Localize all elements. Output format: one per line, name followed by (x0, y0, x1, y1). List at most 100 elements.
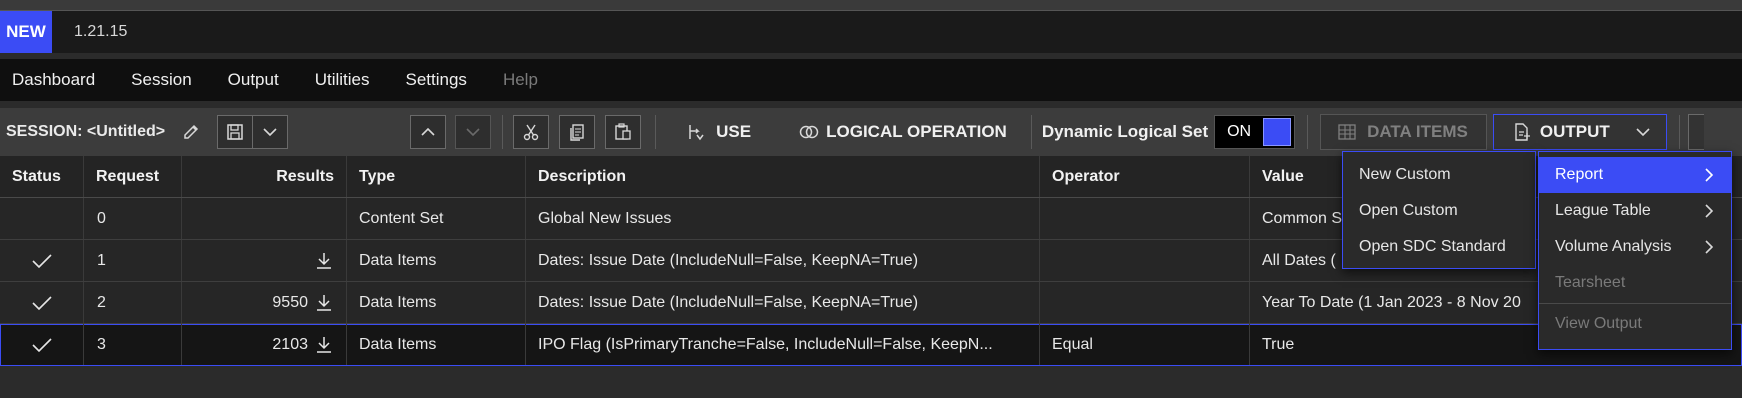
header-results[interactable]: Results (182, 156, 347, 197)
data-items-button[interactable]: DATA ITEMS (1320, 114, 1487, 150)
chevron-down-icon (1636, 128, 1650, 137)
download-icon[interactable] (314, 335, 334, 355)
operator-cell (1040, 240, 1250, 281)
menu-help[interactable]: Help (503, 70, 538, 90)
toolbar-divider (1678, 115, 1680, 149)
toolbar-divider (1030, 115, 1032, 149)
header-type[interactable]: Type (347, 156, 526, 197)
chevron-right-icon (1705, 240, 1714, 254)
table-empty-area (0, 366, 1742, 398)
type-cell: Data Items (347, 240, 526, 281)
report-submenu: New Custom Open Custom Open SDC Standard (1342, 151, 1536, 269)
request-cell: 0 (84, 198, 182, 239)
results-cell: 2103 (182, 324, 347, 365)
type-cell: Data Items (347, 282, 526, 323)
description-cell: Global New Issues (526, 198, 1040, 239)
output-dropdown-menu: Report League Table Volume Analysis Tear… (1538, 151, 1732, 350)
download-icon[interactable] (314, 293, 334, 313)
type-cell: Content Set (347, 198, 526, 239)
description-cell: IPO Flag (IsPrimaryTranche=False, Includ… (526, 324, 1040, 365)
header-status[interactable]: Status (0, 156, 84, 197)
table-row[interactable]: 2 9550 Data Items Dates: Issue Date (Inc… (0, 282, 1742, 324)
status-cell (0, 198, 84, 239)
menu-output[interactable]: Output (228, 70, 279, 90)
menu-item-view-output[interactable]: View Output (1539, 306, 1731, 342)
description-cell: Dates: Issue Date (IncludeNull=False, Ke… (526, 282, 1040, 323)
paste-button[interactable] (605, 115, 642, 149)
toolbar-divider (502, 115, 504, 149)
title-bar: NEW 1.21.15 (0, 11, 1742, 53)
operator-cell: Equal (1040, 324, 1250, 365)
chevron-down-icon (466, 128, 480, 137)
menu-item-league-table[interactable]: League Table (1539, 193, 1731, 229)
chevron-right-icon (1705, 204, 1714, 218)
save-icon (227, 124, 243, 140)
menu-item-volume-analysis[interactable]: Volume Analysis (1539, 229, 1731, 265)
menu-bar: Dashboard Session Output Utilities Setti… (0, 59, 1742, 101)
status-cell (0, 282, 84, 323)
menu-item-open-sdc-standard[interactable]: Open SDC Standard (1343, 229, 1535, 265)
move-up-button[interactable] (410, 115, 447, 149)
session-toolbar: SESSION: <Untitled> USE LOGICAL OPERATIO… (0, 108, 1742, 156)
dynamic-logical-set-toggle[interactable]: ON (1214, 115, 1296, 149)
status-cell (0, 324, 84, 365)
use-label: USE (716, 122, 752, 141)
results-value: 2103 (272, 335, 308, 353)
results-cell: 9550 (182, 282, 347, 323)
header-description[interactable]: Description (526, 156, 1040, 197)
use-button[interactable]: USE (686, 122, 751, 142)
chevron-down-icon (263, 128, 277, 137)
checkmark-icon (31, 337, 52, 352)
grid-icon (1338, 124, 1356, 140)
move-down-button[interactable] (455, 115, 492, 149)
logical-operation-button[interactable]: LOGICAL OPERATION (798, 122, 1007, 142)
menu-utilities[interactable]: Utilities (315, 70, 370, 90)
request-cell: 2 (84, 282, 182, 323)
chevron-right-icon (1705, 168, 1714, 182)
data-items-label: DATA ITEMS (1367, 122, 1468, 141)
new-badge: NEW (0, 11, 52, 53)
menu-item-label: Report (1555, 166, 1604, 183)
menu-session[interactable]: Session (131, 70, 191, 90)
save-button[interactable] (217, 115, 254, 149)
output-button[interactable]: OUTPUT (1492, 114, 1667, 150)
menu-divider (1539, 303, 1731, 304)
version-label: 1.21.15 (74, 23, 128, 40)
menu-item-open-custom[interactable]: Open Custom (1343, 193, 1535, 229)
operator-cell (1040, 282, 1250, 323)
request-cell: 1 (84, 240, 182, 281)
menu-item-new-custom[interactable]: New Custom (1343, 157, 1535, 193)
document-add-icon (1515, 123, 1530, 141)
type-cell: Data Items (347, 324, 526, 365)
logical-operation-label: LOGICAL OPERATION (826, 122, 1007, 141)
chevron-up-icon (421, 127, 435, 136)
menu-item-tearsheet[interactable]: Tearsheet (1539, 265, 1731, 301)
paste-icon (615, 123, 631, 140)
toggle-on-label: ON (1227, 123, 1252, 140)
header-operator[interactable]: Operator (1040, 156, 1250, 197)
window-top-strip (0, 0, 1742, 11)
description-cell: Dates: Issue Date (IncludeNull=False, Ke… (526, 240, 1040, 281)
cut-button[interactable] (513, 115, 550, 149)
dynamic-logical-set-label: Dynamic Logical Set (1041, 122, 1209, 141)
results-cell (182, 198, 347, 239)
menu-item-report[interactable]: Report (1539, 157, 1731, 193)
overflow-button[interactable] (1687, 114, 1704, 150)
toggle-knob (1263, 118, 1292, 146)
copy-button[interactable] (559, 115, 596, 149)
table-row-selected[interactable]: 3 2103 Data Items IPO Flag (IsPrimaryTra… (0, 324, 1742, 366)
download-icon[interactable] (314, 251, 334, 271)
menu-item-label: League Table (1555, 202, 1651, 219)
copy-icon (570, 124, 584, 141)
status-cell (0, 240, 84, 281)
operator-cell (1040, 198, 1250, 239)
results-cell (182, 240, 347, 281)
results-value: 9550 (272, 293, 308, 311)
menu-settings[interactable]: Settings (406, 70, 467, 90)
session-label: SESSION: <Untitled> (6, 123, 166, 140)
header-request[interactable]: Request (84, 156, 182, 197)
edit-pencil-icon[interactable] (179, 120, 203, 144)
save-dropdown-button[interactable] (252, 115, 289, 149)
menu-dashboard[interactable]: Dashboard (12, 70, 95, 90)
scissors-icon (523, 124, 539, 141)
